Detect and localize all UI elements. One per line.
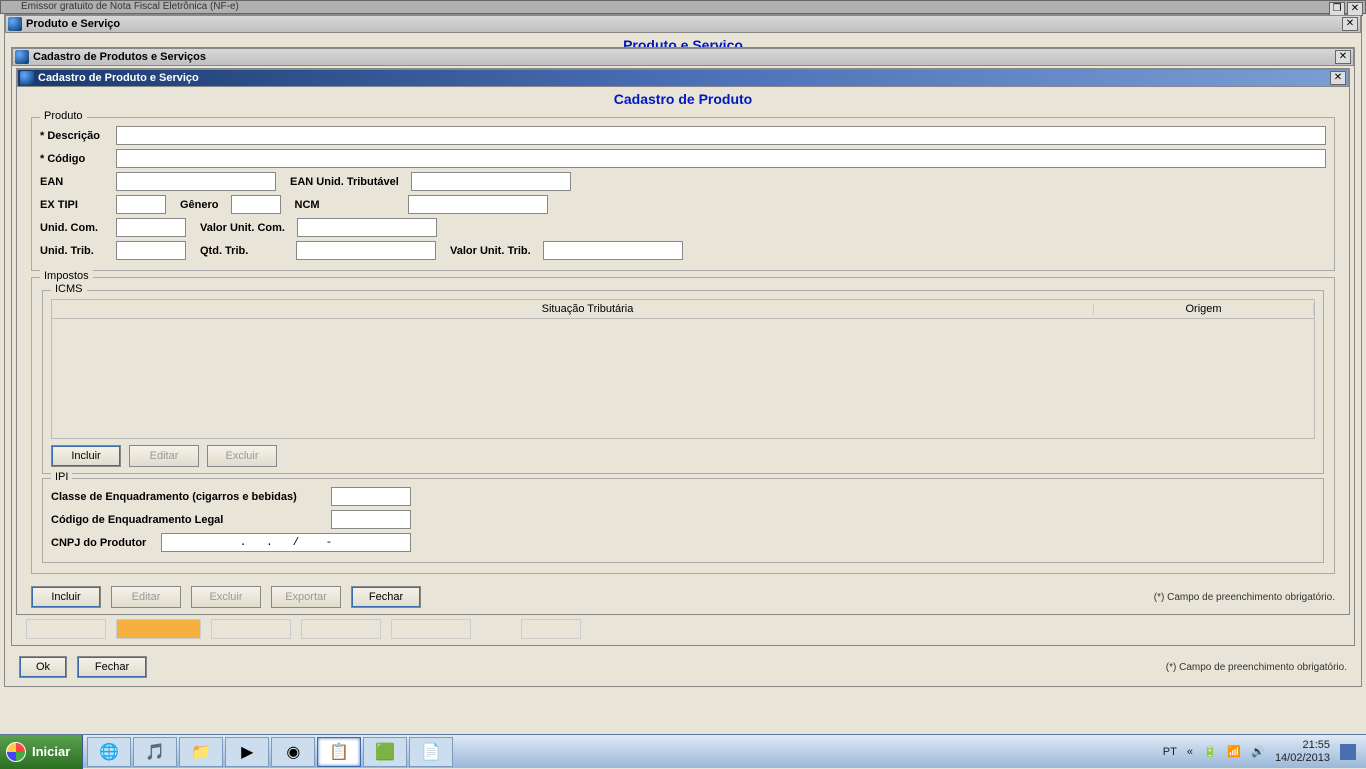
icms-editar-button: Editar (129, 445, 199, 467)
label-unid-com: Unid. Com. (40, 222, 116, 234)
window-title-2: Cadastro de Produtos e Serviços (33, 51, 206, 63)
excluir-button: Excluir (191, 586, 261, 608)
exportar-button: Exportar (271, 586, 341, 608)
app-icon (20, 71, 34, 85)
legend-icms: ICMS (51, 283, 87, 295)
input-ean-trib[interactable] (411, 172, 571, 191)
system-tray: PT « 🔋 📶 🔊 21:55 14/02/2013 (1153, 739, 1366, 763)
window-title-3: Cadastro de Produto e Serviço (38, 72, 199, 84)
label-qtd-trib: Qtd. Trib. (200, 245, 290, 257)
label-cnpj-prod: CNPJ do Produtor (51, 537, 161, 549)
label-unid-trib: Unid. Trib. (40, 245, 116, 257)
col-origem: Origem (1094, 303, 1314, 315)
page-heading: Cadastro de Produto (17, 87, 1349, 111)
tray-clock[interactable]: 21:55 14/02/2013 (1275, 739, 1330, 763)
input-classe-enq[interactable] (331, 487, 411, 506)
hidden-button-row (26, 619, 1340, 641)
input-unid-trib[interactable] (116, 241, 186, 260)
taskbar-media-icon[interactable]: 🎵 (133, 737, 177, 767)
group-ipi: IPI Classe de Enquadramento (cigarros e … (42, 478, 1324, 563)
icms-table-body[interactable] (51, 319, 1315, 439)
input-genero[interactable] (231, 195, 281, 214)
fechar-button-outer[interactable]: Fechar (77, 656, 147, 678)
tray-date: 14/02/2013 (1275, 752, 1330, 764)
label-ex-tipi: EX TIPI (40, 199, 116, 211)
taskbar-ie-icon[interactable]: 🌐 (87, 737, 131, 767)
group-icms: ICMS Situação Tributária Origem Incluir … (42, 290, 1324, 474)
tray-show-desktop-icon[interactable] (1340, 744, 1356, 760)
close-icon[interactable]: ✕ (1330, 71, 1346, 85)
window-title-1: Produto e Serviço (26, 18, 120, 30)
input-qtd-trib[interactable] (296, 241, 436, 260)
label-ean: EAN (40, 176, 116, 188)
editar-button: Editar (111, 586, 181, 608)
tray-volume-icon[interactable]: 🔊 (1251, 745, 1265, 759)
app-icon (8, 17, 22, 31)
input-ean[interactable] (116, 172, 276, 191)
icms-table-header: Situação Tributária Origem (51, 299, 1315, 319)
start-button[interactable]: Iniciar (0, 735, 83, 769)
legend-impostos: Impostos (40, 270, 93, 282)
input-unid-com[interactable] (116, 218, 186, 237)
taskbar: Iniciar 🌐 🎵 📁 ▶ ◉ 📋 🟩 📄 PT « 🔋 📶 🔊 21:55… (0, 734, 1366, 768)
taskbar-doc-icon[interactable]: 📄 (409, 737, 453, 767)
window-titlebar-2: Cadastro de Produtos e Serviços ✕ (12, 48, 1354, 66)
label-valor-unit-trib: Valor Unit. Trib. (450, 245, 537, 257)
input-ex-tipi[interactable] (116, 195, 166, 214)
label-genero: Gênero (180, 199, 225, 211)
label-cod-enq: Código de Enquadramento Legal (51, 514, 331, 526)
tray-time: 21:55 (1275, 739, 1330, 751)
icms-excluir-button: Excluir (207, 445, 277, 467)
label-ean-trib: EAN Unid. Tributável (290, 176, 405, 188)
group-impostos: Impostos ICMS Situação Tributária Origem… (31, 277, 1335, 574)
icms-incluir-button[interactable]: Incluir (51, 445, 121, 467)
incluir-button[interactable]: Incluir (31, 586, 101, 608)
label-codigo: Código (40, 153, 116, 165)
close-icon[interactable]: ✕ (1347, 2, 1363, 16)
tray-language[interactable]: PT (1163, 746, 1177, 758)
input-valor-unit-com[interactable] (297, 218, 437, 237)
taskbar-nfe-icon[interactable]: 📋 (317, 737, 361, 767)
input-cod-enq[interactable] (331, 510, 411, 529)
input-ncm[interactable] (408, 195, 548, 214)
input-descricao[interactable] (116, 126, 1326, 145)
label-classe-enq: Classe de Enquadramento (cigarros e bebi… (51, 491, 331, 503)
app-icon (15, 50, 29, 64)
window-titlebar-1: Produto e Serviço ✕ (5, 15, 1361, 33)
window-controls-topmost: ❐ ✕ (1329, 2, 1363, 16)
legend-ipi: IPI (51, 471, 72, 483)
ok-button[interactable]: Ok (19, 656, 67, 678)
window-titlebar-3: Cadastro de Produto e Serviço ✕ (17, 69, 1349, 87)
tray-expand-icon[interactable]: « (1187, 746, 1193, 758)
required-hint: (*) Campo de preenchimento obrigatório. (1154, 592, 1335, 603)
tray-network-icon[interactable]: 📶 (1227, 745, 1241, 759)
input-valor-unit-trib[interactable] (543, 241, 683, 260)
taskbar-explorer-icon[interactable]: 📁 (179, 737, 223, 767)
start-label: Iniciar (32, 744, 70, 759)
label-valor-unit-com: Valor Unit. Com. (200, 222, 291, 234)
group-produto: Produto Descrição Código EAN EAN Unid. T… (31, 117, 1335, 271)
label-ncm: NCM (295, 199, 326, 211)
col-situacao: Situação Tributária (82, 303, 1094, 315)
label-descricao: Descrição (40, 130, 116, 142)
close-icon[interactable]: ✕ (1335, 50, 1351, 64)
restore-icon[interactable]: ❐ (1329, 2, 1345, 16)
windows-logo-icon (6, 742, 26, 762)
taskbar-wmp-icon[interactable]: ▶ (225, 737, 269, 767)
taskbar-chrome-icon[interactable]: ◉ (271, 737, 315, 767)
input-codigo[interactable] (116, 149, 1326, 168)
page-heading-1: Produto e Serviço (5, 33, 1361, 47)
taskbar-app-icon[interactable]: 🟩 (363, 737, 407, 767)
app-title-hidden: Emissor gratuito de Nota Fiscal Eletrôni… (21, 1, 239, 12)
legend-produto: Produto (40, 110, 87, 122)
input-cnpj-prod[interactable] (161, 533, 411, 552)
fechar-button[interactable]: Fechar (351, 586, 421, 608)
close-icon[interactable]: ✕ (1342, 17, 1358, 31)
required-hint-outer: (*) Campo de preenchimento obrigatório. (1166, 662, 1347, 673)
tray-battery-icon[interactable]: 🔋 (1203, 745, 1217, 759)
